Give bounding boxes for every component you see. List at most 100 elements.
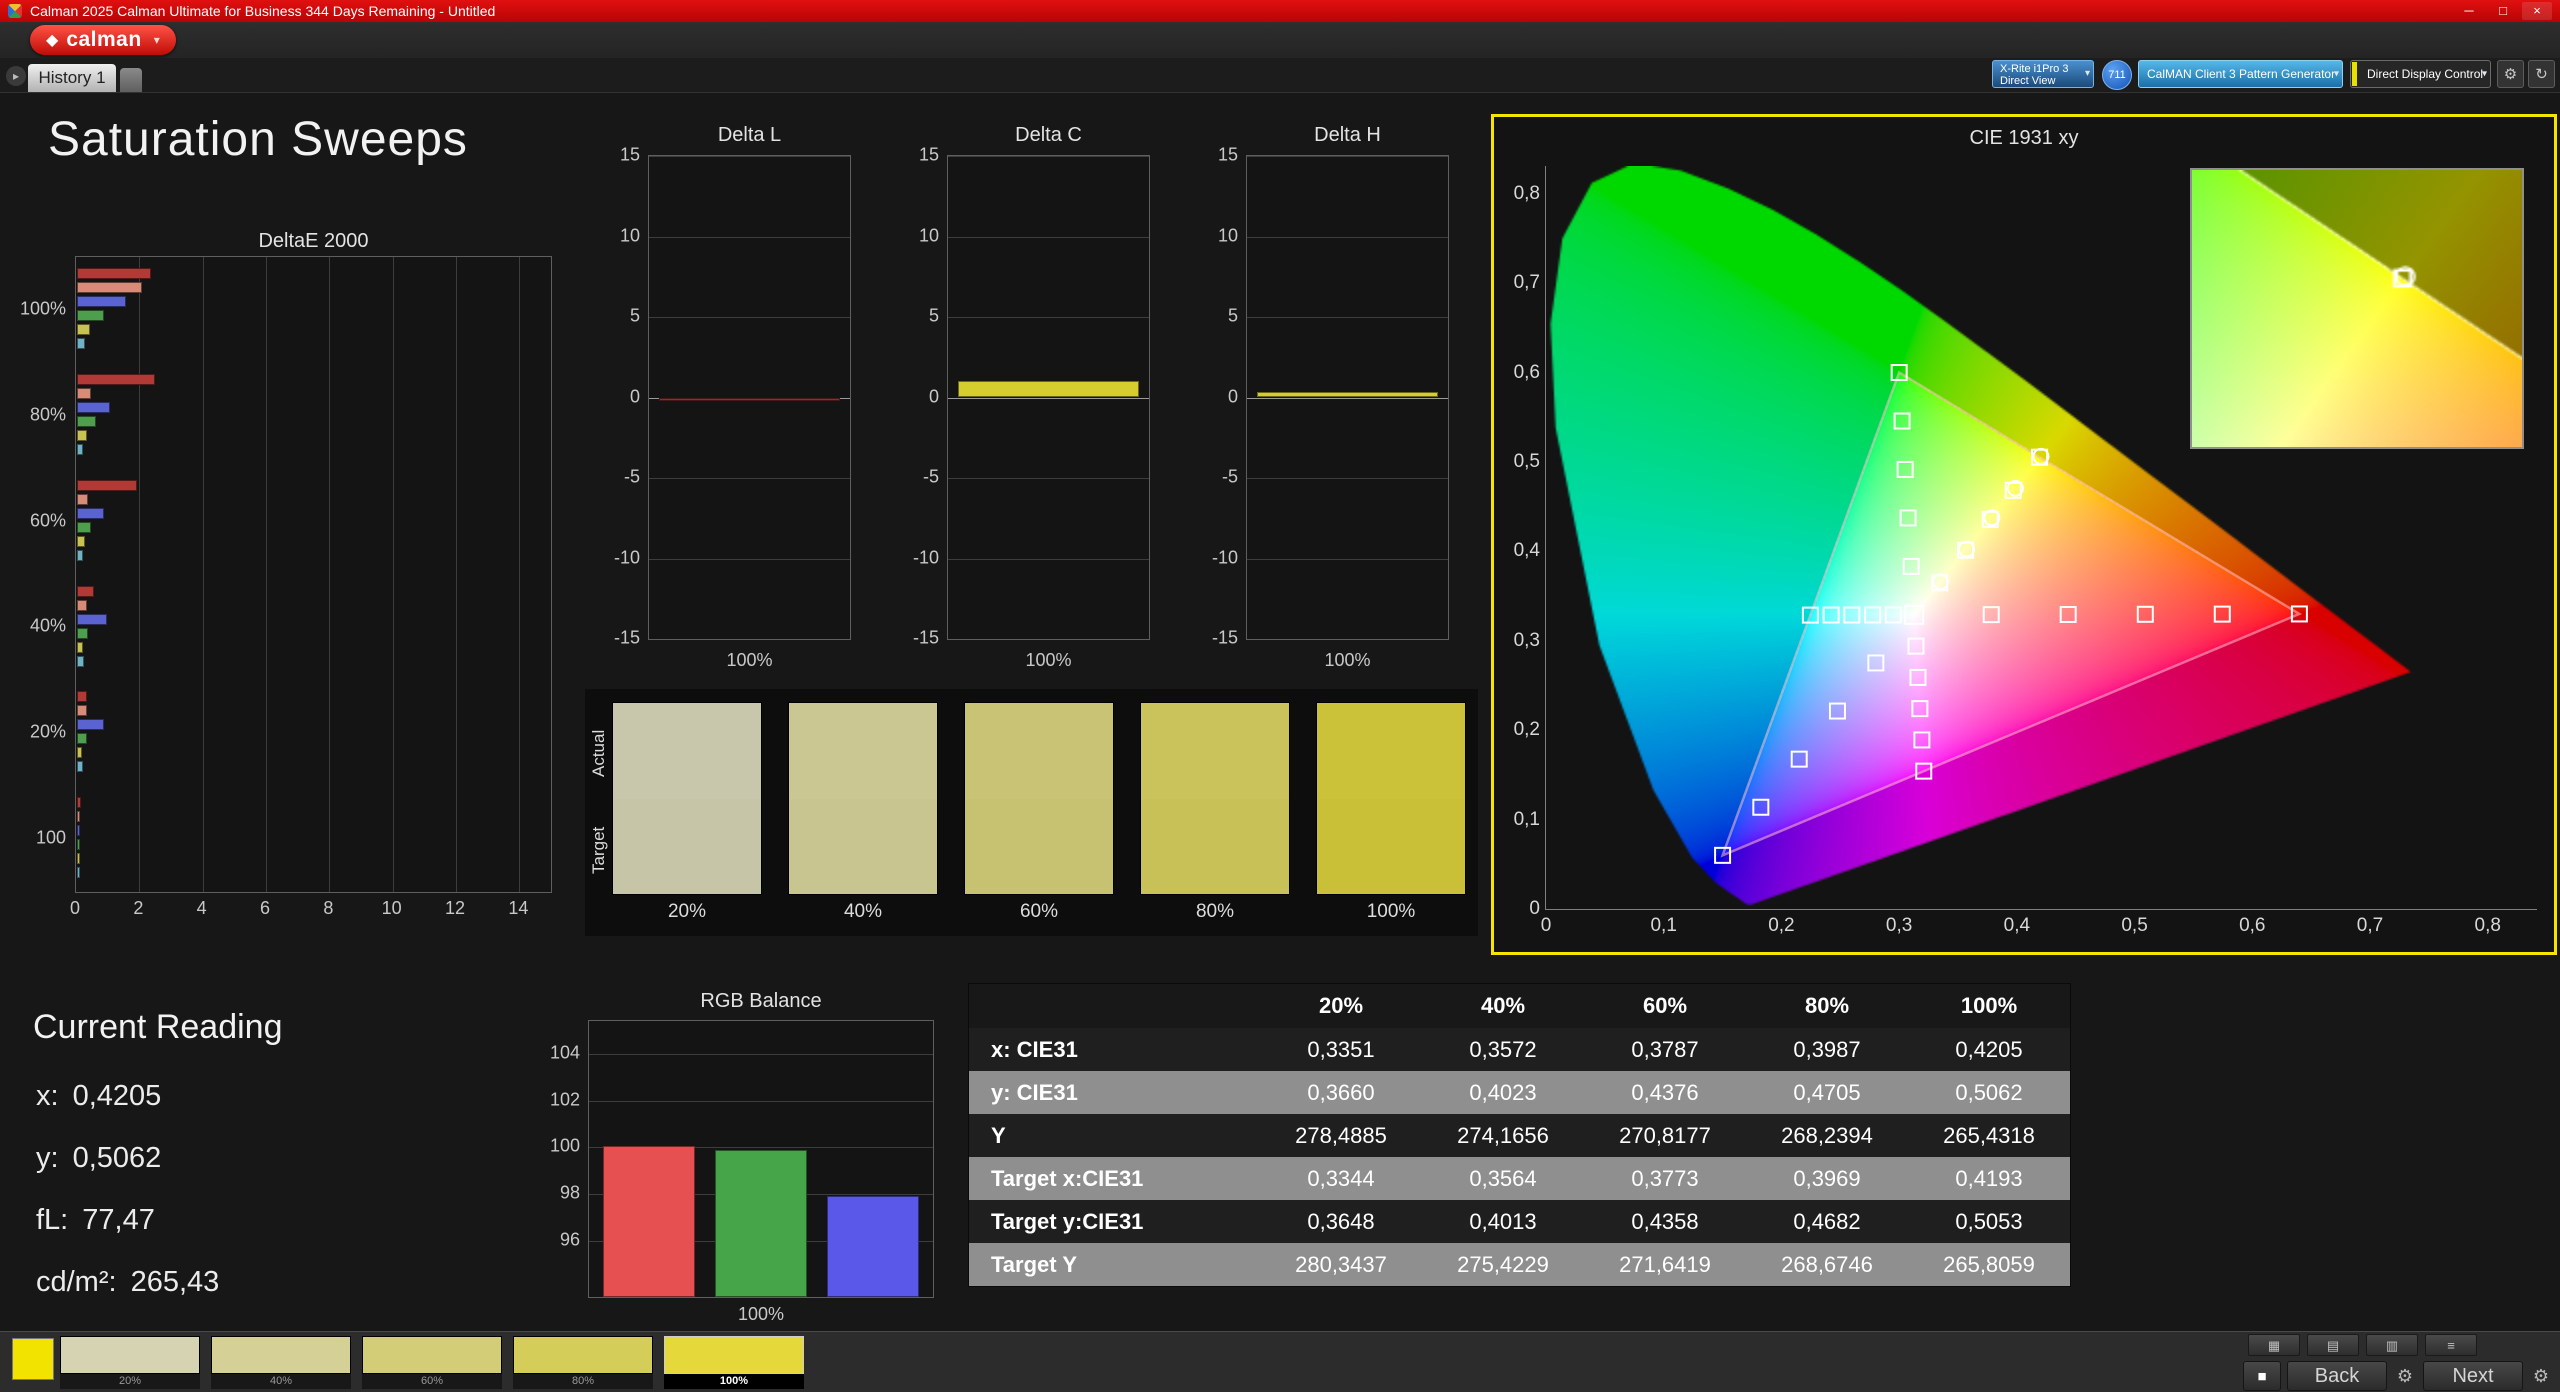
y-tick: 100: [550, 1136, 580, 1157]
y-tick: 15: [620, 145, 640, 166]
pattern-thumbnail-20%[interactable]: 20%: [60, 1336, 200, 1389]
pattern-thumbnail-80%[interactable]: 80%: [513, 1336, 653, 1389]
target-marker-cyan: [1824, 608, 1839, 623]
deltae-bar-red: [77, 480, 137, 491]
table-value-cell: 270,8177: [1584, 1123, 1746, 1149]
thumbnail-label: 100%: [664, 1374, 804, 1389]
target-marker-cyan: [1886, 607, 1901, 622]
table-value-cell: 0,5062: [1908, 1080, 2070, 1106]
table-value-cell: 0,3660: [1260, 1080, 1422, 1106]
deltae-bar-magenta: [77, 494, 88, 505]
table-value-cell: 0,3969: [1746, 1166, 1908, 1192]
back-settings-button[interactable]: ⚙: [2391, 1361, 2419, 1391]
swatch-label: 20%: [612, 901, 762, 923]
swatch-100%: [1316, 702, 1466, 895]
y-tick: 15: [1218, 145, 1238, 166]
delta-c-chart[interactable]: [947, 155, 1150, 640]
gridline: [649, 639, 850, 640]
pattern-thumbnail-60%[interactable]: 60%: [362, 1336, 502, 1389]
cie-x-tick: 0,8: [2475, 915, 2501, 937]
deltae-bar-blue: [77, 719, 104, 730]
cie-y-axis-line: [1545, 166, 1546, 910]
table-value-cell: 0,4023: [1422, 1080, 1584, 1106]
reading-label: cd/m²:: [36, 1266, 117, 1299]
gridline: [649, 478, 850, 479]
deltae-bar-green: [77, 522, 91, 533]
y-tick: 0: [630, 386, 640, 407]
y-tick: -10: [1212, 547, 1238, 568]
delta-l-x-label: 100%: [648, 650, 851, 671]
swatch-actual: [789, 703, 937, 799]
deltae-bar-blue: [77, 614, 107, 625]
deltae-2000-chart[interactable]: [75, 256, 552, 893]
gridline: [948, 559, 1149, 560]
delta-h-chart[interactable]: [1246, 155, 1449, 640]
delta-h-title: Delta H: [1246, 124, 1449, 147]
rgb-bar-red: [603, 1146, 695, 1297]
dh-bar: [1257, 392, 1438, 398]
thumbnail-color: [664, 1336, 804, 1374]
deltae-bar-yellow: [77, 430, 87, 441]
target-row-label: Target: [589, 801, 609, 899]
gridline: [1247, 237, 1448, 238]
table-row-label: y: CIE31: [969, 1080, 1260, 1106]
footer-tool-button-2[interactable]: ▤: [2307, 1334, 2359, 1356]
deltae-bar-cyan: [77, 867, 80, 878]
footer-tool-button-3[interactable]: ▥: [2366, 1334, 2418, 1356]
table-column-header: 100%: [1908, 993, 2070, 1019]
y-tick: -10: [913, 547, 939, 568]
target-marker-cyan: [1865, 607, 1880, 622]
rgb-balance-chart[interactable]: [588, 1020, 934, 1298]
thumbnail-color: [60, 1336, 200, 1374]
table-value-cell: 265,4318: [1908, 1123, 2070, 1149]
back-button[interactable]: Back: [2287, 1361, 2387, 1391]
gridline: [1247, 317, 1448, 318]
delta-h-x-label: 100%: [1246, 650, 1449, 671]
y-tick: 10: [1218, 225, 1238, 246]
swatch-target: [613, 799, 761, 895]
delta-l-chart[interactable]: [648, 155, 851, 640]
cie-y-tick: 0,1: [1514, 809, 1540, 831]
gridline: [948, 478, 1149, 479]
saturation-swatch-panel[interactable]: Actual Target 20%40%60%80%100%: [585, 689, 1478, 936]
footer-tool-button-4[interactable]: ≡: [2425, 1334, 2477, 1356]
reading-fl: fL: 77,47: [36, 1204, 155, 1237]
footer-tool-button-1[interactable]: ▦: [2248, 1334, 2300, 1356]
target-marker-red: [2061, 607, 2076, 622]
next-settings-button[interactable]: ⚙: [2527, 1361, 2555, 1391]
pattern-thumbnail-100%[interactable]: 100%: [664, 1336, 804, 1389]
deltae-bar-red: [77, 268, 151, 279]
cie-1931-chart[interactable]: CIE 1931 xy 00,10,20,30,40,50,60,70,8 00…: [1491, 114, 2557, 955]
deltae-bar-magenta: [77, 811, 80, 822]
table-column-header: 80%: [1746, 993, 1908, 1019]
delta-l-y-axis: 151050-5-10-15: [596, 155, 640, 640]
cie-x-tick: 0,3: [1886, 915, 1912, 937]
y-tick: 10: [620, 225, 640, 246]
target-marker-green: [1895, 413, 1910, 428]
deltae-bar-cyan: [77, 444, 83, 455]
deltae-y-tick: 80%: [30, 404, 66, 425]
cie-y-tick: 0,2: [1514, 719, 1540, 741]
deltae-bar-cyan: [77, 656, 84, 667]
y-tick: 0: [929, 386, 939, 407]
deltae-y-tick: 40%: [30, 616, 66, 637]
cie-x-tick: 0,1: [1650, 915, 1676, 937]
deltae-gridline: [266, 257, 267, 892]
target-marker-blue: [1830, 704, 1845, 719]
deltae-y-tick: 100: [36, 828, 66, 849]
rgb-balance-title: RGB Balance: [588, 990, 934, 1013]
next-button[interactable]: Next: [2423, 1361, 2523, 1391]
current-reading-title: Current Reading: [33, 1008, 282, 1047]
table-value-cell: 268,2394: [1746, 1123, 1908, 1149]
table-header-row: 20%40%60%80%100%: [969, 984, 2070, 1028]
gridline: [948, 639, 1149, 640]
y-tick: 96: [560, 1229, 580, 1250]
y-tick: 10: [919, 225, 939, 246]
pattern-window-button[interactable]: ■: [2243, 1361, 2281, 1391]
reading-label: fL:: [36, 1204, 68, 1237]
delta-c-y-axis: 151050-5-10-15: [895, 155, 939, 640]
deltae-bar-yellow: [77, 324, 90, 335]
deltae-x-tick: 12: [445, 898, 465, 919]
pattern-thumbnail-40%[interactable]: 40%: [211, 1336, 351, 1389]
table-value-cell: 271,6419: [1584, 1252, 1746, 1278]
